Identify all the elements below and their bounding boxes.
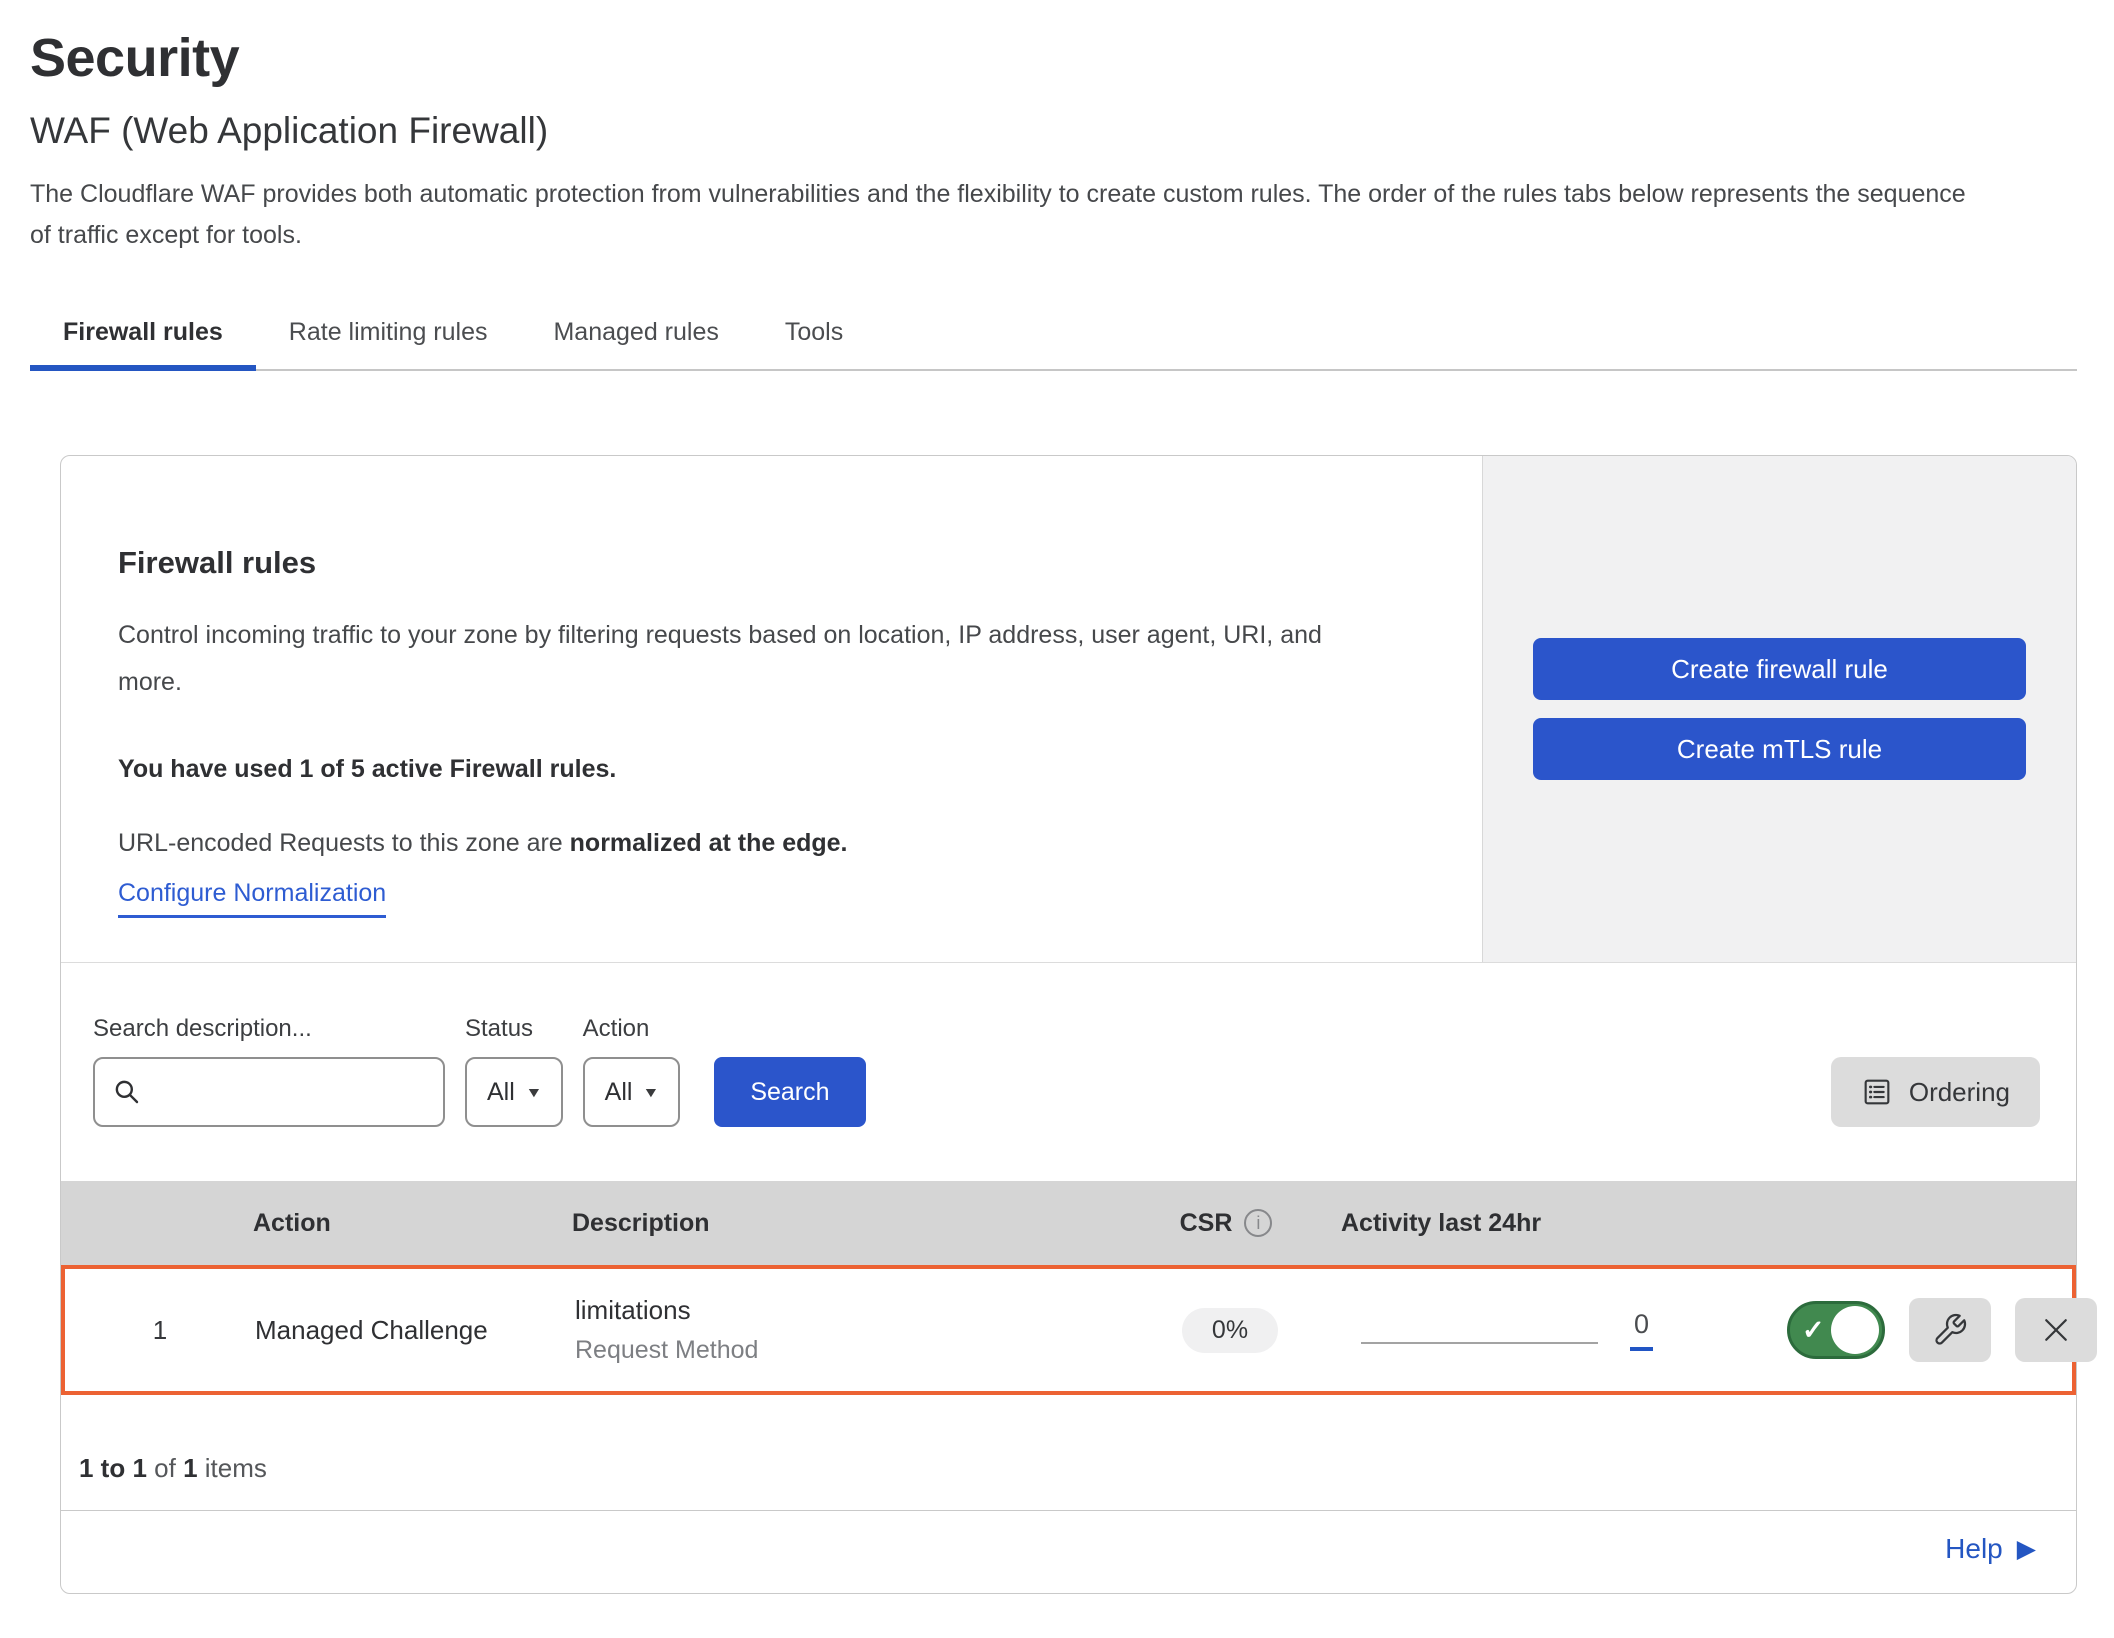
info-icon[interactable]: i bbox=[1244, 1209, 1272, 1237]
ordering-button[interactable]: Ordering bbox=[1831, 1057, 2040, 1127]
items-count-mid: of bbox=[147, 1453, 183, 1483]
page-description: The Cloudflare WAF provides both automat… bbox=[30, 174, 2020, 256]
search-button[interactable]: Search bbox=[714, 1057, 865, 1127]
close-icon bbox=[2038, 1312, 2074, 1348]
column-header-action: Action bbox=[251, 1209, 571, 1238]
tab-managed-rules[interactable]: Managed rules bbox=[520, 302, 751, 369]
chevron-down-icon: ▼ bbox=[643, 1084, 660, 1100]
column-header-activity: Activity last 24hr bbox=[1321, 1209, 1761, 1238]
edit-rule-button[interactable] bbox=[1909, 1298, 1991, 1362]
csr-header-label: CSR bbox=[1180, 1209, 1233, 1238]
rule-description: limitations Request Method bbox=[575, 1293, 1135, 1367]
action-select[interactable]: All ▼ bbox=[583, 1057, 681, 1127]
ordering-button-label: Ordering bbox=[1909, 1077, 2010, 1108]
column-header-csr: CSR i bbox=[1131, 1209, 1321, 1238]
rule-order: 1 bbox=[65, 1315, 255, 1346]
filter-row: Search description... Status bbox=[61, 963, 2076, 1181]
search-field: Search description... bbox=[93, 1015, 445, 1127]
rule-description-expression: Request Method bbox=[575, 1333, 1135, 1367]
search-box[interactable] bbox=[93, 1057, 445, 1127]
ordering-list-icon bbox=[1861, 1076, 1893, 1108]
status-field: Status All ▼ bbox=[465, 1015, 563, 1127]
table-row: 1 Managed Challenge limitations Request … bbox=[61, 1265, 2076, 1395]
rule-action: Managed Challenge bbox=[255, 1315, 575, 1346]
help-row: Help ▶ bbox=[61, 1511, 2076, 1593]
actions-panel: Create firewall rule Create mTLS rule bbox=[1482, 456, 2076, 962]
status-select-value: All bbox=[487, 1078, 515, 1107]
tab-rate-limiting-rules[interactable]: Rate limiting rules bbox=[256, 302, 521, 369]
help-link[interactable]: Help ▶ bbox=[1945, 1533, 2036, 1565]
page-subtitle: WAF (Web Application Firewall) bbox=[30, 108, 2114, 154]
activity-sparkline bbox=[1361, 1342, 1598, 1344]
normalization-text-bold: normalized at the edge. bbox=[570, 829, 848, 857]
items-count-suffix: items bbox=[198, 1453, 267, 1483]
configure-normalization-link[interactable]: Configure Normalization bbox=[118, 876, 386, 918]
rule-controls: ✓ bbox=[1765, 1298, 2097, 1362]
check-icon: ✓ bbox=[1802, 1315, 1825, 1346]
search-description-label: Search description... bbox=[93, 1015, 445, 1043]
help-arrow-icon: ▶ bbox=[2017, 1534, 2036, 1564]
table-header: Action Description CSR i Activity last 2… bbox=[61, 1181, 2076, 1265]
waf-tab-bar: Firewall rules Rate limiting rules Manag… bbox=[30, 302, 2077, 371]
status-label: Status bbox=[465, 1015, 563, 1043]
normalization-text: URL-encoded Requests to this zone are no… bbox=[118, 826, 1422, 860]
firewall-rules-summary-section: Firewall rules Control incoming traffic … bbox=[61, 456, 2076, 963]
help-link-label: Help bbox=[1945, 1533, 2003, 1565]
wrench-icon bbox=[1932, 1312, 1968, 1348]
status-select[interactable]: All ▼ bbox=[465, 1057, 563, 1127]
create-firewall-rule-button[interactable]: Create firewall rule bbox=[1533, 638, 2026, 700]
column-header-description: Description bbox=[571, 1209, 1131, 1238]
action-select-value: All bbox=[605, 1078, 633, 1107]
create-mtls-rule-button[interactable]: Create mTLS rule bbox=[1533, 718, 2026, 780]
firewall-rules-card: Firewall rules Control incoming traffic … bbox=[60, 455, 2077, 1594]
security-page: Security WAF (Web Application Firewall) … bbox=[0, 0, 2114, 1594]
search-icon bbox=[111, 1076, 143, 1108]
panel-title: Firewall rules bbox=[118, 544, 1422, 582]
action-field: Action All ▼ bbox=[583, 1015, 681, 1127]
items-count-total: 1 bbox=[183, 1453, 197, 1483]
tab-firewall-rules[interactable]: Firewall rules bbox=[30, 302, 256, 369]
chevron-down-icon: ▼ bbox=[525, 1084, 542, 1100]
delete-rule-button[interactable] bbox=[2015, 1298, 2097, 1362]
usage-text: You have used 1 of 5 active Firewall rul… bbox=[118, 752, 1422, 786]
csr-value-badge: 0% bbox=[1182, 1308, 1278, 1353]
search-input[interactable] bbox=[155, 1078, 427, 1106]
activity-cell: 0 bbox=[1325, 1309, 1765, 1351]
panel-description: Control incoming traffic to your zone by… bbox=[118, 612, 1388, 706]
items-count-range: 1 to 1 bbox=[79, 1453, 147, 1483]
rule-enabled-toggle[interactable]: ✓ bbox=[1787, 1301, 1885, 1359]
normalization-text-regular: URL-encoded Requests to this zone are bbox=[118, 829, 570, 857]
items-count: 1 to 1 of 1 items bbox=[61, 1395, 2076, 1510]
tab-tools[interactable]: Tools bbox=[752, 302, 876, 369]
page-title: Security bbox=[30, 26, 2114, 90]
toggle-knob bbox=[1831, 1306, 1879, 1354]
activity-count-link[interactable]: 0 bbox=[1630, 1309, 1653, 1351]
action-label: Action bbox=[583, 1015, 681, 1043]
rule-description-name: limitations bbox=[575, 1293, 1135, 1327]
